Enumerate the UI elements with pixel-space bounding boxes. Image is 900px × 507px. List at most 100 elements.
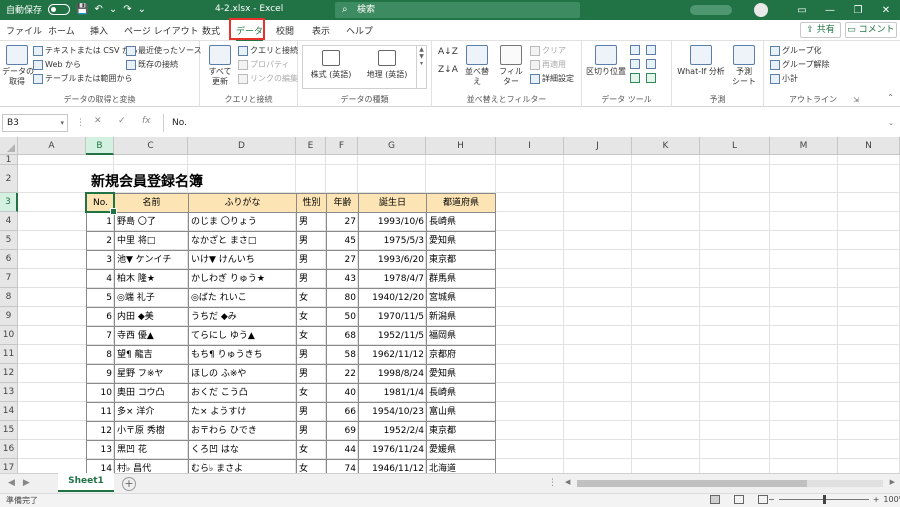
relationships-button[interactable] [646, 59, 656, 69]
reapply-button[interactable]: 再適用 [530, 59, 566, 70]
table-cell[interactable]: 1981/1/4 [358, 383, 426, 402]
table-header-cell[interactable]: 都道府県 [426, 193, 496, 212]
table-cell[interactable]: 女 [296, 288, 326, 307]
table-cell[interactable]: おくだ こう凸 [188, 383, 296, 402]
table-cell[interactable]: 京都府 [426, 345, 496, 364]
page-break-view-icon[interactable] [758, 495, 768, 504]
row-header[interactable]: 2 [0, 165, 18, 193]
get-data-button[interactable]: データの 取得 [2, 45, 34, 87]
remove-duplicates-button[interactable] [630, 59, 640, 69]
table-cell[interactable]: 6 [86, 307, 114, 326]
collapse-ribbon-icon[interactable]: ⌃ [887, 93, 894, 102]
table-cell[interactable]: お〒わら ひでき [188, 421, 296, 440]
table-cell[interactable]: 58 [326, 345, 358, 364]
table-cell[interactable]: 69 [326, 421, 358, 440]
chevron-down-icon[interactable]: ▾ [60, 115, 64, 131]
table-cell[interactable]: 長崎県 [426, 212, 496, 231]
column-header[interactable]: A [18, 137, 86, 155]
table-cell[interactable]: 1998/8/24 [358, 364, 426, 383]
table-cell[interactable]: のじま 〇りょう [188, 212, 296, 231]
table-cell[interactable]: くろ凹 はな [188, 440, 296, 459]
scroll-left-icon[interactable]: ◀ [565, 478, 570, 486]
from-table-range-button[interactable]: テーブルまたは範囲から [33, 73, 133, 84]
table-cell[interactable]: 1978/4/7 [358, 269, 426, 288]
horizontal-scrollbar[interactable]: ◀ ▶ [565, 478, 895, 489]
table-cell[interactable]: 内田 ◆美 [114, 307, 188, 326]
table-cell[interactable]: 女 [296, 326, 326, 345]
table-cell[interactable]: 男 [296, 269, 326, 288]
zoom-slider[interactable] [778, 495, 869, 504]
add-sheet-button[interactable]: + [122, 477, 136, 491]
tab-file[interactable]: ファイル [6, 24, 42, 37]
table-cell[interactable]: 74 [326, 459, 358, 473]
outline-launcher-icon[interactable]: ⇲ [853, 96, 859, 104]
more-options-icon[interactable]: ⋮ [548, 478, 557, 488]
table-cell[interactable]: 群馬県 [426, 269, 496, 288]
insert-function-icon[interactable]: fx [142, 116, 151, 126]
row-header[interactable]: 15 [0, 421, 18, 440]
table-cell[interactable]: 27 [326, 212, 358, 231]
table-cell[interactable]: 2 [86, 231, 114, 250]
expand-formula-icon[interactable]: ⌄ [888, 114, 894, 132]
flash-fill-button[interactable] [630, 45, 640, 55]
avatar[interactable] [754, 3, 768, 17]
table-cell[interactable]: かしわぎ りゅう★ [188, 269, 296, 288]
column-header[interactable]: F [326, 137, 358, 155]
from-web-button[interactable]: Web から [33, 59, 81, 70]
column-header[interactable]: N [838, 137, 900, 155]
tab-home[interactable]: ホーム [48, 24, 75, 37]
ribbon-display-icon[interactable]: ▭ [788, 5, 816, 16]
sort-button[interactable]: 並べ替え [462, 45, 492, 87]
text-to-columns-button[interactable]: 区切り位置 [586, 45, 626, 77]
name-box[interactable]: B3 ▾ [2, 114, 68, 132]
table-cell[interactable]: 東京都 [426, 421, 496, 440]
tab-view[interactable]: 表示 [312, 24, 330, 37]
row-header[interactable]: 5 [0, 231, 18, 250]
row-header[interactable]: 6 [0, 250, 18, 269]
consolidate-button[interactable] [646, 45, 656, 55]
sheet-nav-icon[interactable]: ◀▶ [8, 478, 38, 488]
table-cell[interactable]: 4 [86, 269, 114, 288]
table-cell[interactable]: 黒凹 花 [114, 440, 188, 459]
ungroup-button[interactable]: グループ解除 [770, 59, 830, 70]
row-header[interactable]: 16 [0, 440, 18, 459]
column-header[interactable]: G [358, 137, 426, 155]
undo-icon[interactable]: ↶ [94, 4, 102, 16]
autosave-toggle[interactable] [48, 4, 71, 15]
table-cell[interactable]: 小〒原 秀樹 [114, 421, 188, 440]
table-cell[interactable]: 福岡県 [426, 326, 496, 345]
table-header-cell[interactable]: 年齢 [326, 193, 358, 212]
column-header[interactable]: C [114, 137, 188, 155]
table-cell[interactable]: 45 [326, 231, 358, 250]
from-text-csv-button[interactable]: テキストまたは CSV から [33, 45, 138, 56]
what-if-button[interactable]: What-If 分析 [676, 45, 726, 77]
zoom-in-button[interactable]: + [873, 495, 880, 504]
table-cell[interactable]: 北海道 [426, 459, 496, 473]
column-header[interactable]: J [564, 137, 632, 155]
tab-page-layout[interactable]: ページ レイアウト [124, 24, 199, 37]
refresh-all-button[interactable]: すべて 更新 [204, 45, 236, 87]
sheet-tab-sheet1[interactable]: Sheet1 [58, 473, 114, 492]
table-cell[interactable]: 27 [326, 250, 358, 269]
table-cell[interactable]: 1952/2/4 [358, 421, 426, 440]
data-validation-button[interactable] [630, 73, 640, 83]
table-cell[interactable]: 新潟県 [426, 307, 496, 326]
close-button[interactable]: ✕ [872, 5, 900, 16]
data-model-button[interactable] [646, 73, 656, 83]
table-cell[interactable]: 1976/11/24 [358, 440, 426, 459]
table-cell[interactable]: 5 [86, 288, 114, 307]
table-cell[interactable]: 宮城県 [426, 288, 496, 307]
column-header[interactable]: K [632, 137, 700, 155]
table-cell[interactable]: 男 [296, 364, 326, 383]
table-cell[interactable]: 女 [296, 307, 326, 326]
table-cell[interactable]: 男 [296, 212, 326, 231]
normal-view-icon[interactable] [710, 495, 720, 504]
queries-connections-button[interactable]: クエリと接続 [238, 45, 298, 56]
zoom-out-button[interactable]: − [768, 495, 775, 504]
sort-ascending-button[interactable]: A↓Z [438, 47, 458, 57]
row-header[interactable]: 7 [0, 269, 18, 288]
scroll-thumb[interactable] [577, 480, 807, 487]
row-header[interactable]: 10 [0, 326, 18, 345]
table-cell[interactable]: 男 [296, 250, 326, 269]
table-cell[interactable]: 中里 将□ [114, 231, 188, 250]
